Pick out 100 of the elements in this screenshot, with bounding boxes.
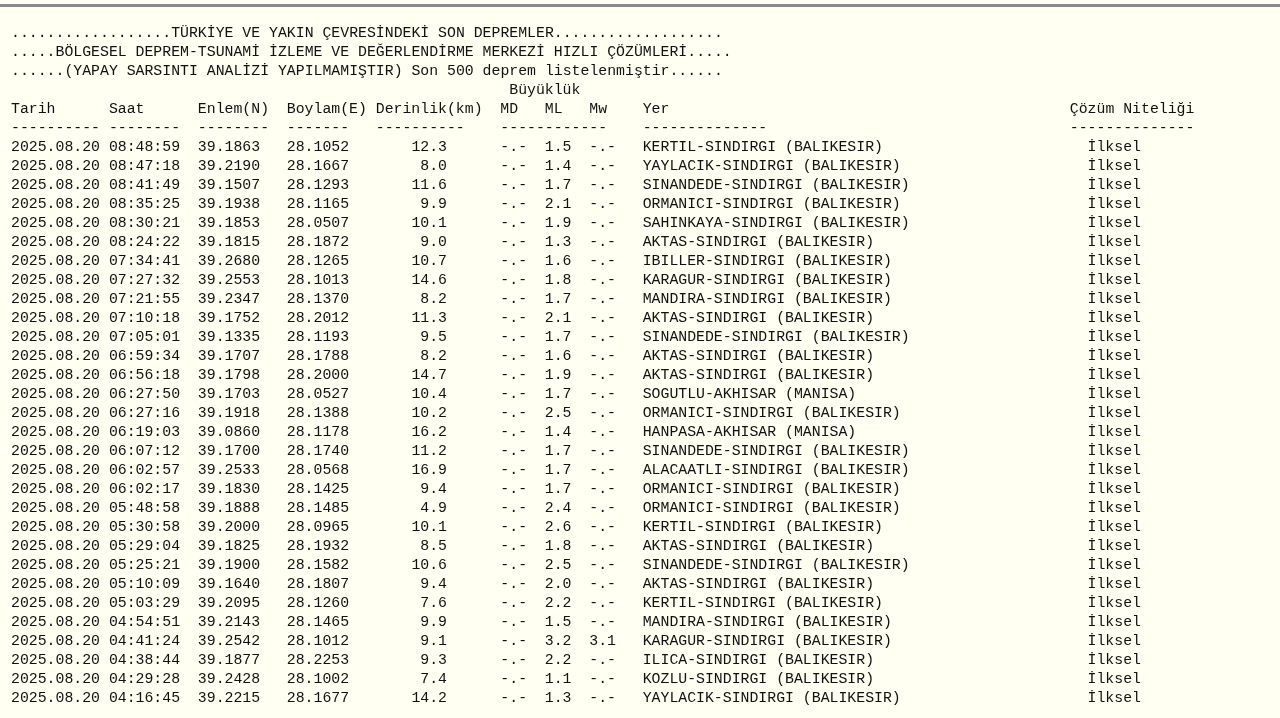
heading-line: ......(YAPAY SARSINTI ANALİZİ YAPILMAMIŞTIR) Son 500 deprem listelenmiştir...... xyxy=(11,62,723,81)
longitude-cell: 28.1013 xyxy=(286,271,350,290)
solution-cell: İlksel xyxy=(1087,537,1141,556)
location-cell: AKTAS-SINDIRGI (BALIKESIR) xyxy=(642,347,875,366)
time-cell: 07:27:32 xyxy=(108,271,181,290)
mw-cell: -.- xyxy=(589,176,616,195)
latitude-cell: 39.1815 xyxy=(197,233,261,252)
time-cell: 04:54:51 xyxy=(108,613,181,632)
location-cell: SINANDEDE-SINDIRGI (BALIKESIR) xyxy=(642,328,910,347)
mw-cell: -.- xyxy=(589,518,616,537)
depth-cell: 8.2 xyxy=(420,290,447,309)
time-cell: 04:38:44 xyxy=(108,651,181,670)
date-cell: 2025.08.20 xyxy=(11,499,100,518)
date-cell: 2025.08.20 xyxy=(11,252,100,271)
location-cell: ORMANICI-SINDIRGI (BALIKESIR) xyxy=(642,195,901,214)
mw-cell: -.- xyxy=(589,366,616,385)
solution-cell: İlksel xyxy=(1087,499,1141,518)
latitude-cell: 39.1507 xyxy=(197,176,261,195)
solution-cell: İlksel xyxy=(1087,480,1141,499)
solution-cell: İlksel xyxy=(1087,214,1141,233)
ml-cell: 1.7 xyxy=(544,176,572,195)
time-cell: 06:02:17 xyxy=(108,480,181,499)
latitude-cell: 39.1863 xyxy=(197,138,261,157)
longitude-cell: 28.0965 xyxy=(286,518,350,537)
latitude-cell: 39.1640 xyxy=(197,575,261,594)
longitude-cell: 28.1012 xyxy=(286,632,350,651)
ml-cell: 2.4 xyxy=(544,499,572,518)
location-cell: MANDIRA-SINDIRGI (BALIKESIR) xyxy=(642,613,892,632)
time-cell: 05:30:58 xyxy=(108,518,181,537)
ml-cell: 2.5 xyxy=(544,404,572,423)
date-cell: 2025.08.20 xyxy=(11,176,100,195)
date-cell: 2025.08.20 xyxy=(11,290,100,309)
solution-cell: İlksel xyxy=(1087,423,1141,442)
solution-cell: İlksel xyxy=(1087,233,1141,252)
depth-cell: 9.3 xyxy=(420,651,447,670)
time-cell: 04:29:28 xyxy=(108,670,181,689)
date-cell: 2025.08.20 xyxy=(11,423,100,442)
location-cell: ORMANICI-SINDIRGI (BALIKESIR) xyxy=(642,499,901,518)
column-rule: ---------- xyxy=(11,119,100,138)
mw-cell: -.- xyxy=(589,670,616,689)
md-cell: -.- xyxy=(500,518,528,537)
depth-cell: 14.7 xyxy=(411,366,447,385)
location-cell: IBILLER-SINDIRGI (BALIKESIR) xyxy=(642,252,892,271)
depth-cell: 4.9 xyxy=(420,499,447,518)
time-cell: 06:59:34 xyxy=(108,347,181,366)
column-header: Tarih xyxy=(11,100,56,119)
location-cell: ILICA-SINDIRGI (BALIKESIR) xyxy=(642,651,875,670)
column-rule: ------- xyxy=(286,119,350,138)
ml-cell: 2.1 xyxy=(544,309,572,328)
longitude-cell: 28.1293 xyxy=(286,176,350,195)
time-cell: 06:07:12 xyxy=(108,442,181,461)
time-cell: 05:03:29 xyxy=(108,594,181,613)
location-cell: ORMANICI-SINDIRGI (BALIKESIR) xyxy=(642,404,901,423)
solution-cell: İlksel xyxy=(1087,138,1141,157)
location-cell: ALACAATLI-SINDIRGI (BALIKESIR) xyxy=(642,461,910,480)
solution-cell: İlksel xyxy=(1087,290,1141,309)
time-cell: 07:05:01 xyxy=(108,328,181,347)
location-cell: AKTAS-SINDIRGI (BALIKESIR) xyxy=(642,233,875,252)
depth-cell: 9.4 xyxy=(420,575,447,594)
depth-cell: 8.2 xyxy=(420,347,447,366)
date-cell: 2025.08.20 xyxy=(11,366,100,385)
md-cell: -.- xyxy=(500,385,528,404)
ml-cell: 1.5 xyxy=(544,613,572,632)
date-cell: 2025.08.20 xyxy=(11,157,100,176)
solution-cell: İlksel xyxy=(1087,632,1141,651)
mw-cell: -.- xyxy=(589,689,616,708)
time-cell: 07:21:55 xyxy=(108,290,181,309)
date-cell: 2025.08.20 xyxy=(11,537,100,556)
column-rule: ------------ xyxy=(500,119,608,138)
md-cell: -.- xyxy=(500,423,528,442)
depth-cell: 11.6 xyxy=(411,176,447,195)
mw-cell: -.- xyxy=(589,461,616,480)
latitude-cell: 39.2533 xyxy=(197,461,261,480)
time-cell: 06:02:57 xyxy=(108,461,181,480)
latitude-cell: 39.1888 xyxy=(197,499,261,518)
location-cell: SINANDEDE-SINDIRGI (BALIKESIR) xyxy=(642,176,910,195)
ml-cell: 1.3 xyxy=(544,689,572,708)
time-cell: 08:24:22 xyxy=(108,233,181,252)
time-cell: 07:34:41 xyxy=(108,252,181,271)
depth-cell: 11.2 xyxy=(411,442,447,461)
latitude-cell: 39.2542 xyxy=(197,632,261,651)
longitude-cell: 28.1165 xyxy=(286,195,350,214)
latitude-cell: 39.2680 xyxy=(197,252,261,271)
latitude-cell: 39.1825 xyxy=(197,537,261,556)
mw-cell: -.- xyxy=(589,157,616,176)
location-cell: SOGUTLU-AKHISAR (MANISA) xyxy=(642,385,857,404)
location-cell: SINANDEDE-SINDIRGI (BALIKESIR) xyxy=(642,556,910,575)
solution-cell: İlksel xyxy=(1087,347,1141,366)
time-cell: 05:48:58 xyxy=(108,499,181,518)
date-cell: 2025.08.20 xyxy=(11,575,100,594)
ml-cell: 2.1 xyxy=(544,195,572,214)
ml-cell: 2.0 xyxy=(544,575,572,594)
location-cell: SINANDEDE-SINDIRGI (BALIKESIR) xyxy=(642,442,910,461)
mw-cell: -.- xyxy=(589,214,616,233)
time-cell: 06:27:16 xyxy=(108,404,181,423)
longitude-cell: 28.1465 xyxy=(286,613,350,632)
solution-cell: İlksel xyxy=(1087,271,1141,290)
md-cell: -.- xyxy=(500,309,528,328)
solution-cell: İlksel xyxy=(1087,461,1141,480)
date-cell: 2025.08.20 xyxy=(11,480,100,499)
